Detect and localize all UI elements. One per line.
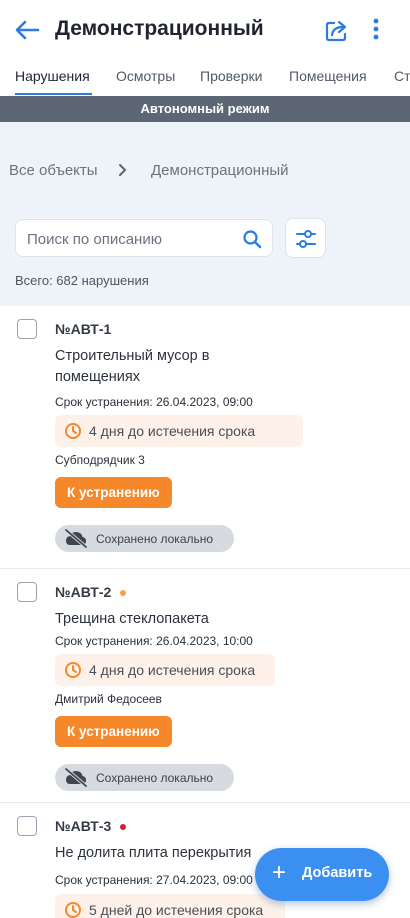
breadcrumb-current: Демонстрационный	[151, 162, 289, 179]
sliders-icon	[296, 230, 316, 248]
time-left-badge: 4 дня до истечения срока	[55, 415, 303, 447]
tab-checks[interactable]: Проверки	[200, 68, 262, 84]
violation-deadline: Срок устранения: 26.04.2023, 09:00	[55, 395, 253, 409]
time-left-badge: 5 дней до истечения срока	[55, 894, 285, 918]
clock-icon	[65, 902, 81, 918]
violation-description: Не долита плита перекрытия	[55, 845, 252, 861]
sync-status-badge: Сохранено локально	[55, 764, 234, 791]
violation-assignee: Дмитрий Федосеев	[55, 692, 162, 706]
tab-rooms[interactable]: Помещения	[289, 68, 367, 84]
time-left-badge: 4 дня до истечения срока	[55, 654, 275, 686]
total-count: Всего: 682 нарушения	[15, 273, 149, 288]
status-button[interactable]: К устранению	[55, 477, 172, 508]
share-icon	[325, 20, 347, 42]
violation-deadline: Срок устранения: 26.04.2023, 10:00	[55, 634, 253, 648]
tab-bar: Нарушения Осмотры Проверки Помещения Ст	[0, 60, 410, 96]
clock-icon	[65, 662, 81, 678]
app-header: Демонстрационный	[0, 0, 410, 60]
back-button[interactable]	[13, 16, 41, 44]
tab-inspections[interactable]: Осмотры	[116, 68, 175, 84]
add-button-label: Добавить	[302, 865, 373, 881]
cloud-off-icon	[64, 767, 88, 788]
more-vertical-icon	[373, 18, 379, 40]
search-box	[15, 219, 273, 257]
sync-status-text: Сохранено локально	[96, 532, 214, 546]
page-title: Демонстрационный	[55, 17, 264, 40]
violation-deadline: Срок устранения: 27.04.2023, 09:00	[55, 873, 253, 887]
more-menu-button[interactable]	[366, 16, 386, 44]
select-checkbox[interactable]	[17, 582, 37, 602]
select-checkbox[interactable]	[17, 319, 37, 339]
violation-description: Трещина стеклопакета	[55, 611, 209, 627]
search-input[interactable]	[27, 229, 232, 249]
priority-dot	[120, 590, 126, 596]
violation-card[interactable]: №АВТ-1 Строительный мусор в помещениях С…	[0, 306, 410, 569]
violation-id: №АВТ-2	[55, 584, 112, 600]
cloud-off-icon	[64, 528, 88, 549]
tab-truncated[interactable]: Ст	[394, 68, 410, 84]
violation-id: №АВТ-1	[55, 321, 112, 337]
tab-violations[interactable]: Нарушения	[15, 68, 90, 84]
add-violation-button[interactable]: + Добавить	[255, 848, 389, 901]
violation-id: №АВТ-3	[55, 818, 112, 834]
select-checkbox[interactable]	[17, 816, 37, 836]
time-left-text: 4 дня до истечения срока	[89, 423, 256, 439]
active-tab-indicator	[15, 93, 92, 95]
priority-dot	[120, 824, 126, 830]
arrow-left-icon	[15, 20, 40, 40]
chevron-right-icon	[119, 164, 126, 176]
violation-assignee: Субподрядчик 3	[55, 453, 145, 467]
search-icon[interactable]	[242, 229, 262, 249]
time-left-text: 5 дней до истечения срока	[89, 902, 264, 918]
breadcrumb-all-objects[interactable]: Все объекты	[9, 162, 98, 179]
offline-mode-banner: Автономный режим	[0, 96, 410, 122]
filter-panel: Все объекты Демонстрационный Всего: 682 …	[0, 122, 410, 306]
violation-card[interactable]: №АВТ-2 Трещина стеклопакета Срок устране…	[0, 569, 410, 803]
share-button[interactable]	[323, 16, 351, 44]
time-left-text: 4 дня до истечения срока	[89, 662, 256, 678]
violation-description: Строительный мусор в помещениях	[55, 348, 210, 385]
sync-status-badge: Сохранено локально	[55, 525, 234, 552]
plus-icon: +	[272, 859, 287, 886]
clock-icon	[65, 423, 81, 439]
filter-button[interactable]	[285, 218, 326, 258]
sync-status-text: Сохранено локально	[96, 771, 214, 785]
status-button[interactable]: К устранению	[55, 716, 172, 747]
